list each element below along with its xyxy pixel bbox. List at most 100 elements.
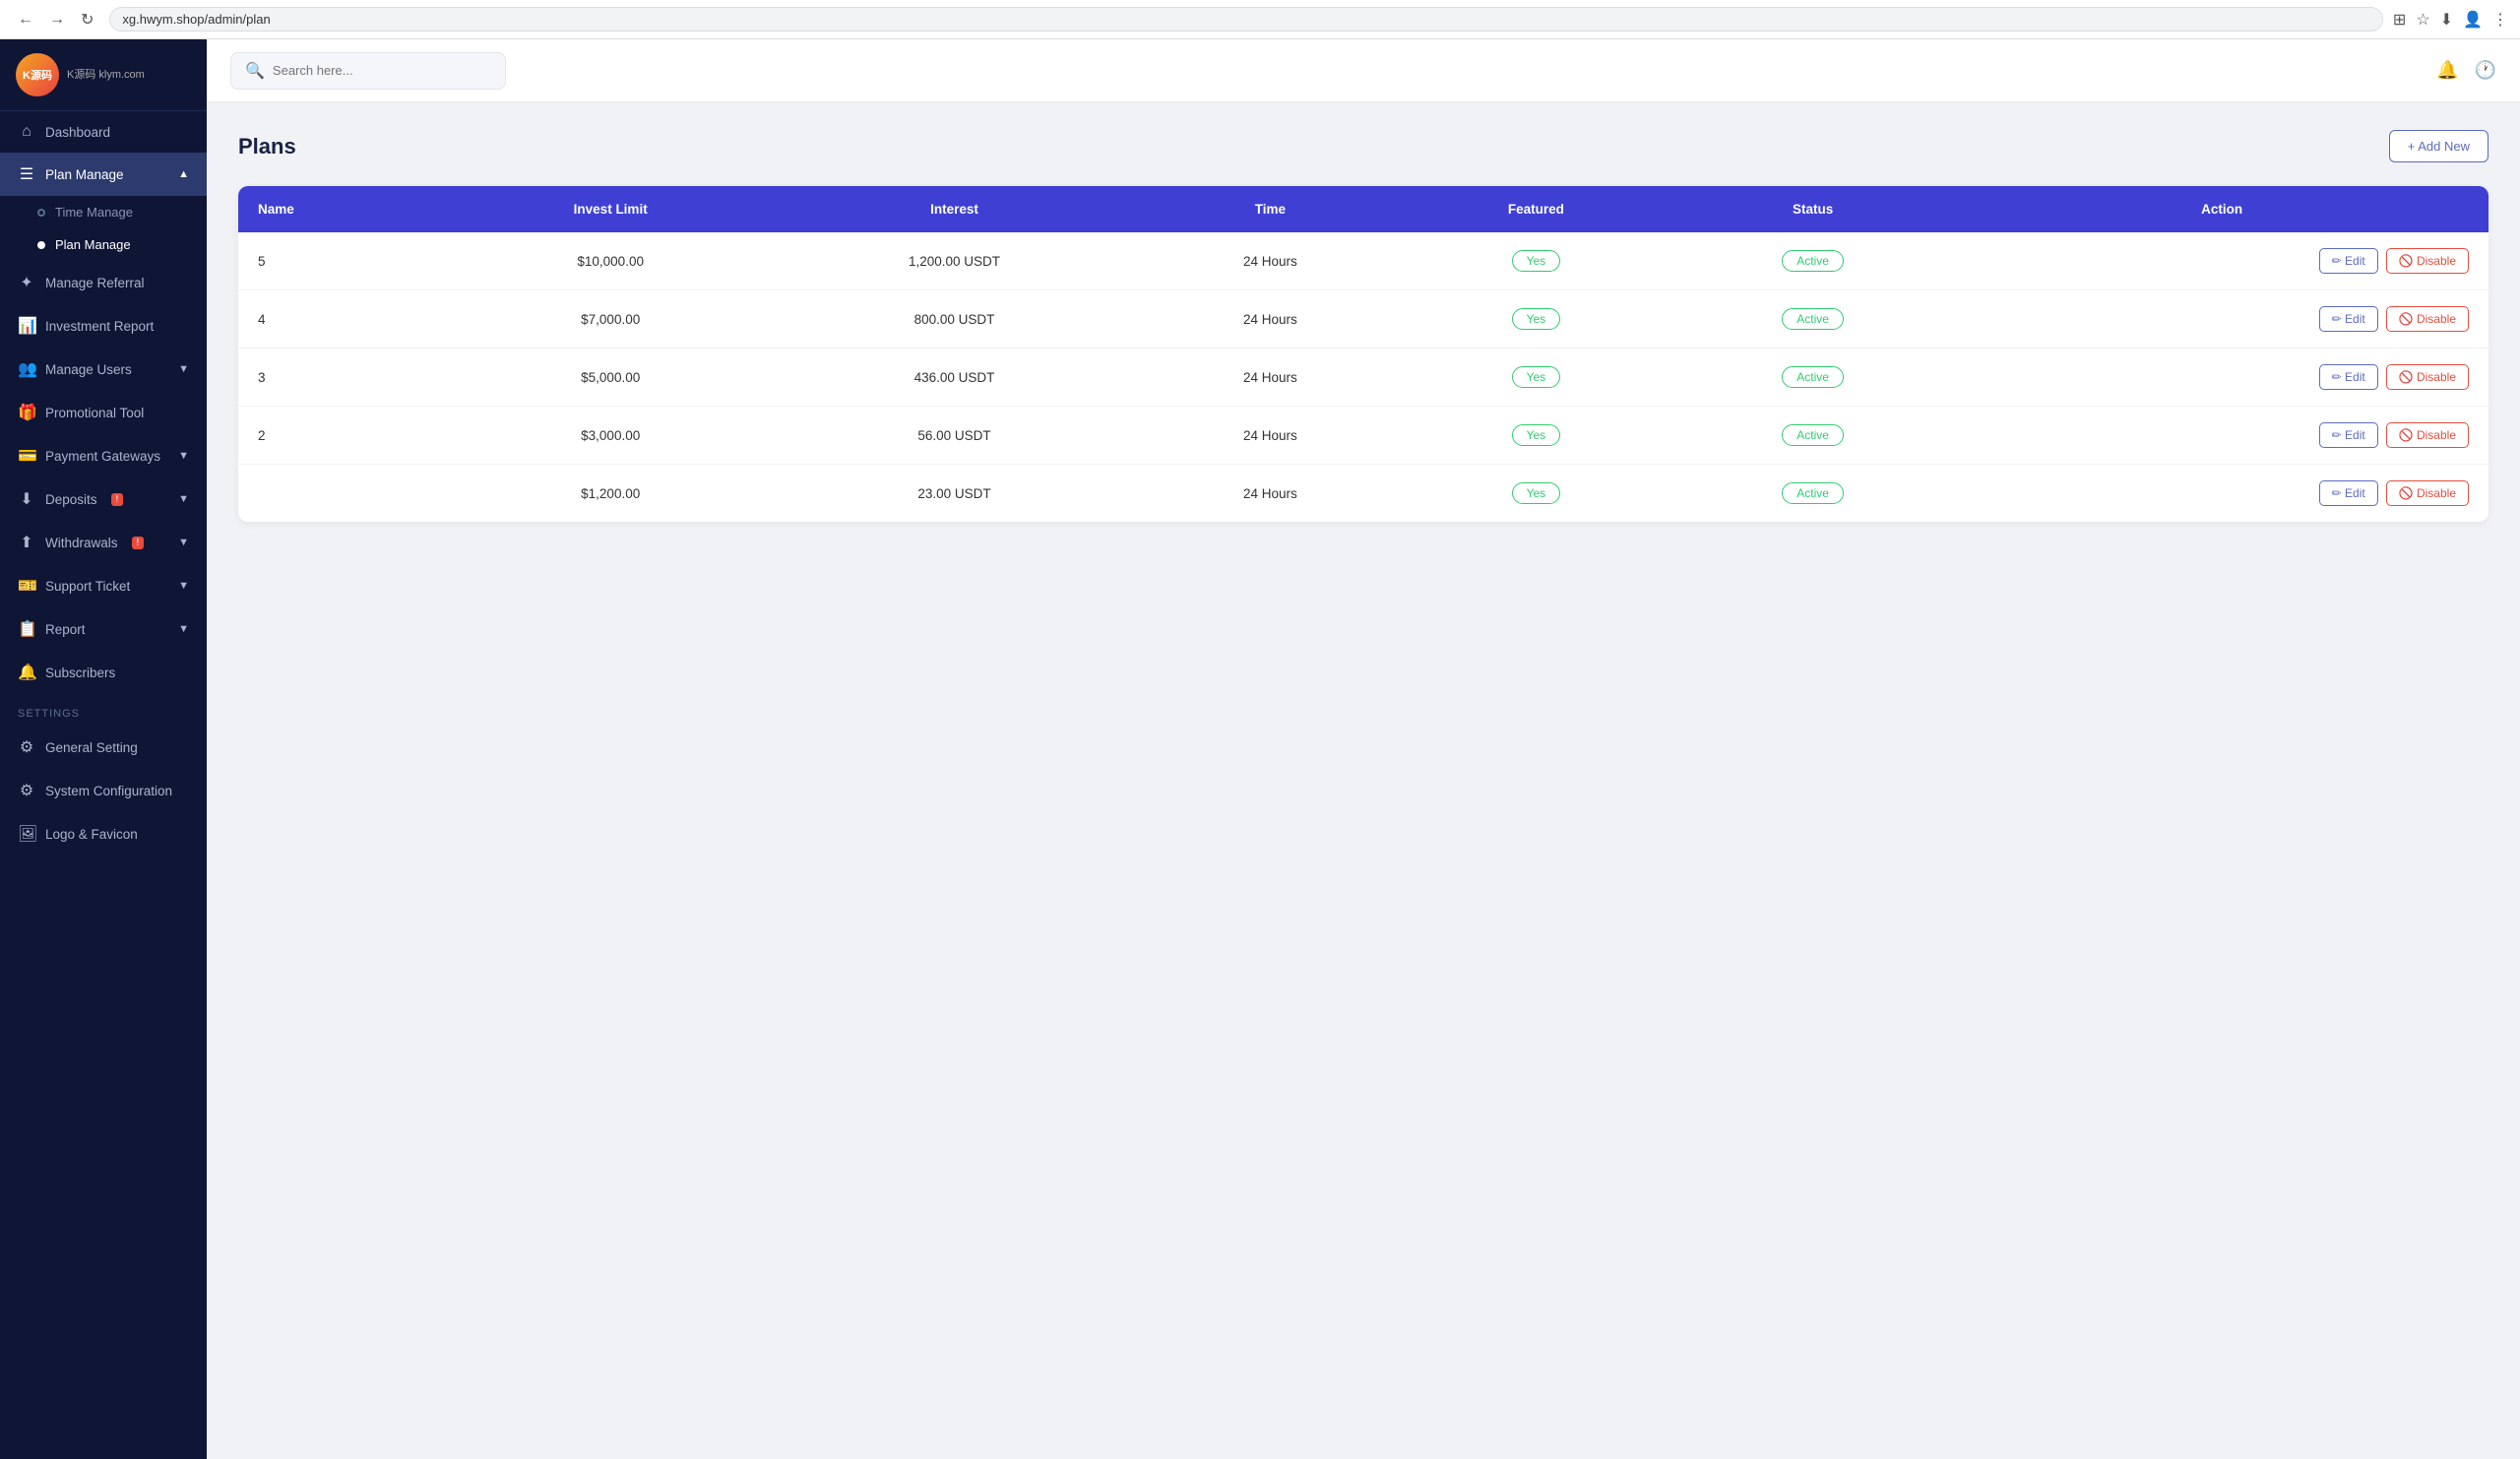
cell-time: 24 Hours	[1139, 290, 1402, 349]
logo-icon: 🖼	[18, 824, 35, 844]
sidebar-item-plan-manage[interactable]: ☰ Plan Manage ▲	[0, 153, 207, 196]
cell-interest: 1,200.00 USDT	[770, 232, 1139, 290]
profile-icon[interactable]: 👤	[2463, 10, 2483, 30]
address-bar[interactable]: xg.hwym.shop/admin/plan	[109, 7, 2383, 32]
sidebar-logo: K源码 K源码 klym.com	[0, 39, 207, 111]
sidebar-item-subscribers[interactable]: 🔔 Subscribers	[0, 651, 207, 694]
withdrawals-badge: !	[132, 537, 145, 549]
sidebar-item-deposits[interactable]: ⬇ Deposits ! ▼	[0, 477, 207, 521]
cell-time: 24 Hours	[1139, 465, 1402, 523]
sidebar-item-plan-manage-sub[interactable]: Plan Manage	[0, 228, 207, 261]
ticket-icon: 🎫	[18, 576, 35, 596]
page-header: Plans + Add New	[238, 130, 2488, 162]
sidebar-item-general-setting[interactable]: ⚙ General Setting	[0, 726, 207, 769]
back-button[interactable]: ←	[12, 8, 39, 32]
sidebar-item-investment-report[interactable]: 📊 Investment Report	[0, 304, 207, 348]
menu-icon[interactable]: ⋮	[2492, 10, 2508, 30]
cell-name	[238, 465, 451, 523]
topbar: 🔍 🔔 🕐	[207, 39, 2520, 102]
cell-invest-limit: $5,000.00	[451, 349, 770, 407]
topbar-right: 🔔 🕐	[2436, 60, 2496, 81]
sidebar: K源码 K源码 klym.com ⌂ Dashboard ☰ Plan Mana…	[0, 39, 207, 1459]
cell-interest: 436.00 USDT	[770, 349, 1139, 407]
action-buttons: ✏ Edit 🚫 Disable	[1975, 248, 2469, 274]
cell-featured: Yes	[1402, 232, 1670, 290]
status-badge: Active	[1782, 250, 1844, 272]
cell-invest-limit: $7,000.00	[451, 290, 770, 349]
disable-button[interactable]: 🚫 Disable	[2386, 248, 2469, 274]
gear2-icon: ⚙	[18, 781, 35, 800]
chevron-down-icon: ▼	[178, 623, 189, 635]
disable-button[interactable]: 🚫 Disable	[2386, 364, 2469, 390]
sidebar-item-manage-users[interactable]: 👥 Manage Users ▼	[0, 348, 207, 391]
clock-icon[interactable]: 🕐	[2475, 60, 2496, 81]
edit-button[interactable]: ✏ Edit	[2319, 480, 2378, 506]
status-badge: Active	[1782, 424, 1844, 446]
sidebar-item-dashboard[interactable]: ⌂ Dashboard	[0, 111, 207, 153]
search-box[interactable]: 🔍	[230, 52, 506, 90]
dot-icon	[37, 209, 45, 217]
bell-icon[interactable]: 🔔	[2436, 60, 2458, 81]
cell-interest: 800.00 USDT	[770, 290, 1139, 349]
add-new-button[interactable]: + Add New	[2389, 130, 2488, 162]
sidebar-item-report[interactable]: 📋 Report ▼	[0, 607, 207, 651]
cell-invest-limit: $1,200.00	[451, 465, 770, 523]
forward-button[interactable]: →	[43, 8, 71, 32]
page-title: Plans	[238, 134, 296, 159]
sidebar-item-manage-referral[interactable]: ✦ Manage Referral	[0, 261, 207, 304]
browser-actions: ⊞ ☆ ⬇ 👤 ⋮	[2393, 10, 2508, 30]
sidebar-item-system-configuration[interactable]: ⚙ System Configuration	[0, 769, 207, 812]
sidebar-item-label: Report	[45, 622, 86, 637]
sidebar-item-label: System Configuration	[45, 784, 172, 798]
cell-name: 3	[238, 349, 451, 407]
status-badge: Active	[1782, 482, 1844, 504]
chevron-down-icon: ▼	[178, 537, 189, 548]
sidebar-item-support-ticket[interactable]: 🎫 Support Ticket ▼	[0, 564, 207, 607]
featured-badge: Yes	[1512, 482, 1561, 504]
sidebar-item-logo-favicon[interactable]: 🖼 Logo & Favicon	[0, 812, 207, 856]
cell-time: 24 Hours	[1139, 349, 1402, 407]
sidebar-item-withdrawals[interactable]: ⬆ Withdrawals ! ▼	[0, 521, 207, 564]
cell-action: ✏ Edit 🚫 Disable	[1955, 465, 2488, 523]
sidebar-item-time-manage[interactable]: Time Manage	[0, 196, 207, 228]
action-buttons: ✏ Edit 🚫 Disable	[1975, 480, 2469, 506]
disable-button[interactable]: 🚫 Disable	[2386, 306, 2469, 332]
chevron-down-icon: ▼	[178, 493, 189, 505]
edit-button[interactable]: ✏ Edit	[2319, 422, 2378, 448]
featured-badge: Yes	[1512, 424, 1561, 446]
edit-button[interactable]: ✏ Edit	[2319, 364, 2378, 390]
sidebar-item-label: Subscribers	[45, 666, 115, 680]
cell-status: Active	[1670, 232, 1955, 290]
disable-button[interactable]: 🚫 Disable	[2386, 480, 2469, 506]
table-row: $1,200.00 23.00 USDT 24 Hours Yes Active…	[238, 465, 2488, 523]
featured-badge: Yes	[1512, 366, 1561, 388]
refresh-button[interactable]: ↻	[75, 8, 99, 32]
cell-action: ✏ Edit 🚫 Disable	[1955, 407, 2488, 465]
table-row: 4 $7,000.00 800.00 USDT 24 Hours Yes Act…	[238, 290, 2488, 349]
sidebar-item-label: General Setting	[45, 740, 138, 755]
browser-nav[interactable]: ← → ↻	[12, 8, 99, 32]
search-icon: 🔍	[245, 61, 265, 81]
edit-button[interactable]: ✏ Edit	[2319, 248, 2378, 274]
sidebar-item-promotional-tool[interactable]: 🎁 Promotional Tool	[0, 391, 207, 434]
download-icon[interactable]: ⬇	[2440, 10, 2453, 30]
main-content: Plans + Add New Name Invest Limit Intere…	[207, 102, 2520, 1459]
sidebar-item-label: Logo & Favicon	[45, 827, 138, 842]
bookmark-icon[interactable]: ☆	[2416, 10, 2429, 30]
cell-time: 24 Hours	[1139, 232, 1402, 290]
cell-featured: Yes	[1402, 407, 1670, 465]
table-row: 2 $3,000.00 56.00 USDT 24 Hours Yes Acti…	[238, 407, 2488, 465]
disable-button[interactable]: 🚫 Disable	[2386, 422, 2469, 448]
translate-icon[interactable]: ⊞	[2393, 10, 2406, 30]
settings-section-label: SETTINGS	[0, 694, 207, 726]
edit-button[interactable]: ✏ Edit	[2319, 306, 2378, 332]
sidebar-item-label: Manage Users	[45, 362, 132, 377]
deposits-badge: !	[111, 493, 124, 506]
sidebar-item-payment-gateways[interactable]: 💳 Payment Gateways ▼	[0, 434, 207, 477]
search-input[interactable]	[273, 63, 491, 78]
col-name: Name	[238, 186, 451, 232]
status-badge: Active	[1782, 366, 1844, 388]
sidebar-item-label: Withdrawals	[45, 536, 118, 550]
sidebar-item-label: Plan Manage	[45, 167, 124, 182]
cell-name: 2	[238, 407, 451, 465]
